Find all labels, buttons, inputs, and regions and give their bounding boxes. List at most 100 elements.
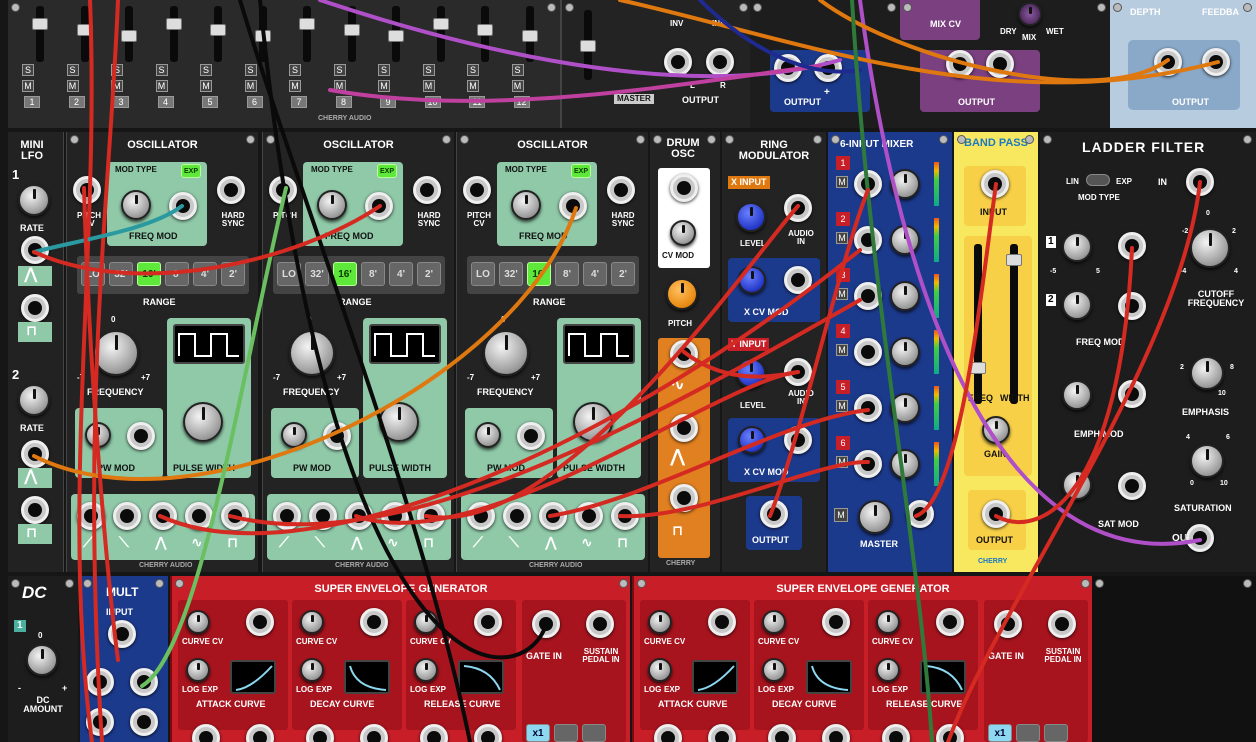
freq-mod-knob[interactable]: [121, 190, 151, 220]
lfo2-square-jack[interactable]: [21, 496, 49, 524]
frequency-knob[interactable]: [289, 330, 335, 376]
solo-button[interactable]: S: [511, 64, 524, 76]
output-l-jack[interactable]: [664, 48, 692, 76]
depth-out-r-jack[interactable]: [1202, 48, 1230, 76]
pulse-width-knob[interactable]: [183, 402, 223, 442]
wave-out-jack[interactable]: [381, 502, 409, 530]
channel-fader[interactable]: [76, 24, 93, 36]
frequency-knob[interactable]: [93, 330, 139, 376]
mix-out-l-jack[interactable]: [946, 50, 974, 78]
hard-sync-jack[interactable]: [217, 176, 245, 204]
y-cv-knob[interactable]: [738, 426, 766, 454]
master-mute-button[interactable]: M: [834, 508, 848, 522]
mixer6-level-knob[interactable]: [890, 281, 920, 311]
freq-slider[interactable]: [970, 362, 986, 374]
drum-pitch-knob[interactable]: [666, 278, 698, 310]
release-jack[interactable]: [936, 608, 964, 636]
y-cv-jack[interactable]: [784, 426, 812, 454]
freq-mod-jack[interactable]: [559, 192, 587, 220]
wave-out-jack[interactable]: [149, 502, 177, 530]
exp-button[interactable]: EXP: [377, 164, 397, 178]
ladder-out-jack[interactable]: [1186, 524, 1214, 552]
mixer6-level-knob[interactable]: [890, 169, 920, 199]
pulse-width-knob[interactable]: [379, 402, 419, 442]
drum-out2-jack[interactable]: [670, 414, 698, 442]
range-button[interactable]: 2': [417, 262, 441, 286]
x1-button[interactable]: x1: [988, 724, 1012, 742]
solo-button[interactable]: S: [111, 64, 123, 76]
mute-button[interactable]: M: [22, 80, 34, 92]
x1-button[interactable]: x1: [526, 724, 550, 742]
master-knob[interactable]: [858, 500, 892, 534]
range-button[interactable]: 2': [221, 262, 245, 286]
range-button[interactable]: 32': [109, 262, 133, 286]
channel-fader[interactable]: [432, 18, 449, 30]
release-curve-cv-knob[interactable]: [414, 610, 438, 634]
mixer6-input-jack[interactable]: [854, 282, 882, 310]
solo-button[interactable]: S: [22, 64, 34, 76]
mixer6-level-knob[interactable]: [890, 225, 920, 255]
range-button[interactable]: 4': [389, 262, 413, 286]
mute-button[interactable]: M: [378, 80, 390, 92]
mix-out-r-jack[interactable]: [986, 50, 1014, 78]
attack-jack[interactable]: [246, 608, 274, 636]
release-jack[interactable]: [474, 608, 502, 636]
saturation-knob[interactable]: [1190, 444, 1224, 478]
depth-out-l-jack[interactable]: [1154, 48, 1182, 76]
wave-out-jack[interactable]: [345, 502, 373, 530]
exp-button[interactable]: EXP: [571, 164, 591, 178]
release-log-exp-knob[interactable]: [876, 658, 900, 682]
pw-mod-jack[interactable]: [127, 422, 155, 450]
channel-mute-button[interactable]: M: [836, 176, 848, 188]
mute-button[interactable]: M: [155, 80, 168, 92]
range-button[interactable]: 32': [499, 262, 523, 286]
wave-out-jack[interactable]: [417, 502, 445, 530]
channel-mute-button[interactable]: M: [836, 456, 848, 468]
decay-curve-cv-knob[interactable]: [300, 610, 324, 634]
mute-button[interactable]: M: [111, 80, 123, 92]
solo-button[interactable]: S: [66, 64, 79, 76]
release-curve-cv-knob[interactable]: [876, 610, 900, 634]
mute-button[interactable]: M: [511, 80, 524, 92]
pw-mod-knob[interactable]: [85, 422, 111, 448]
freq-mod-jack[interactable]: [169, 192, 197, 220]
range-button[interactable]: 8': [361, 262, 385, 286]
wave-out-jack[interactable]: [113, 502, 141, 530]
range-button[interactable]: 4': [193, 262, 217, 286]
mute-button[interactable]: M: [200, 80, 212, 92]
dc-amount-knob[interactable]: [26, 644, 58, 676]
mixer6-input-jack[interactable]: [854, 226, 882, 254]
mixer6-level-knob[interactable]: [890, 449, 920, 479]
emph-mod-jack[interactable]: [1118, 380, 1146, 408]
channel-fader[interactable]: [165, 18, 182, 30]
lfo1-square-jack[interactable]: [21, 294, 49, 322]
pitch-cv-jack[interactable]: [269, 176, 297, 204]
gate-in-jack[interactable]: [532, 610, 560, 638]
pitch-cv-jack[interactable]: [73, 176, 101, 204]
channel-fader[interactable]: [32, 18, 48, 30]
sustain-pedal-jack[interactable]: [1048, 610, 1076, 638]
mixer6-input-jack[interactable]: [854, 338, 882, 366]
wave-out-jack[interactable]: [273, 502, 301, 530]
top-out-r-jack[interactable]: [814, 54, 842, 82]
wave-out-jack[interactable]: [309, 502, 337, 530]
hard-sync-jack[interactable]: [413, 176, 441, 204]
channel-fader[interactable]: [521, 30, 538, 42]
range-button-2[interactable]: [1016, 724, 1040, 742]
attack-jack[interactable]: [708, 608, 736, 636]
decay-jack[interactable]: [822, 608, 850, 636]
mute-button[interactable]: M: [422, 80, 435, 92]
decay-jack[interactable]: [360, 608, 388, 636]
lfo1-rate-knob[interactable]: [18, 184, 50, 216]
mute-button[interactable]: M: [66, 80, 79, 92]
channel-mute-button[interactable]: M: [836, 288, 848, 300]
fm2-knob[interactable]: [1062, 290, 1092, 320]
fm1-knob[interactable]: [1062, 232, 1092, 262]
fm1-jack[interactable]: [1118, 232, 1146, 260]
mixer6-input-jack[interactable]: [854, 170, 882, 198]
hard-sync-jack[interactable]: [607, 176, 635, 204]
range-button[interactable]: 8': [555, 262, 579, 286]
release-log-exp-knob[interactable]: [414, 658, 438, 682]
range-button[interactable]: 8': [165, 262, 189, 286]
mixer6-input-jack[interactable]: [854, 450, 882, 478]
